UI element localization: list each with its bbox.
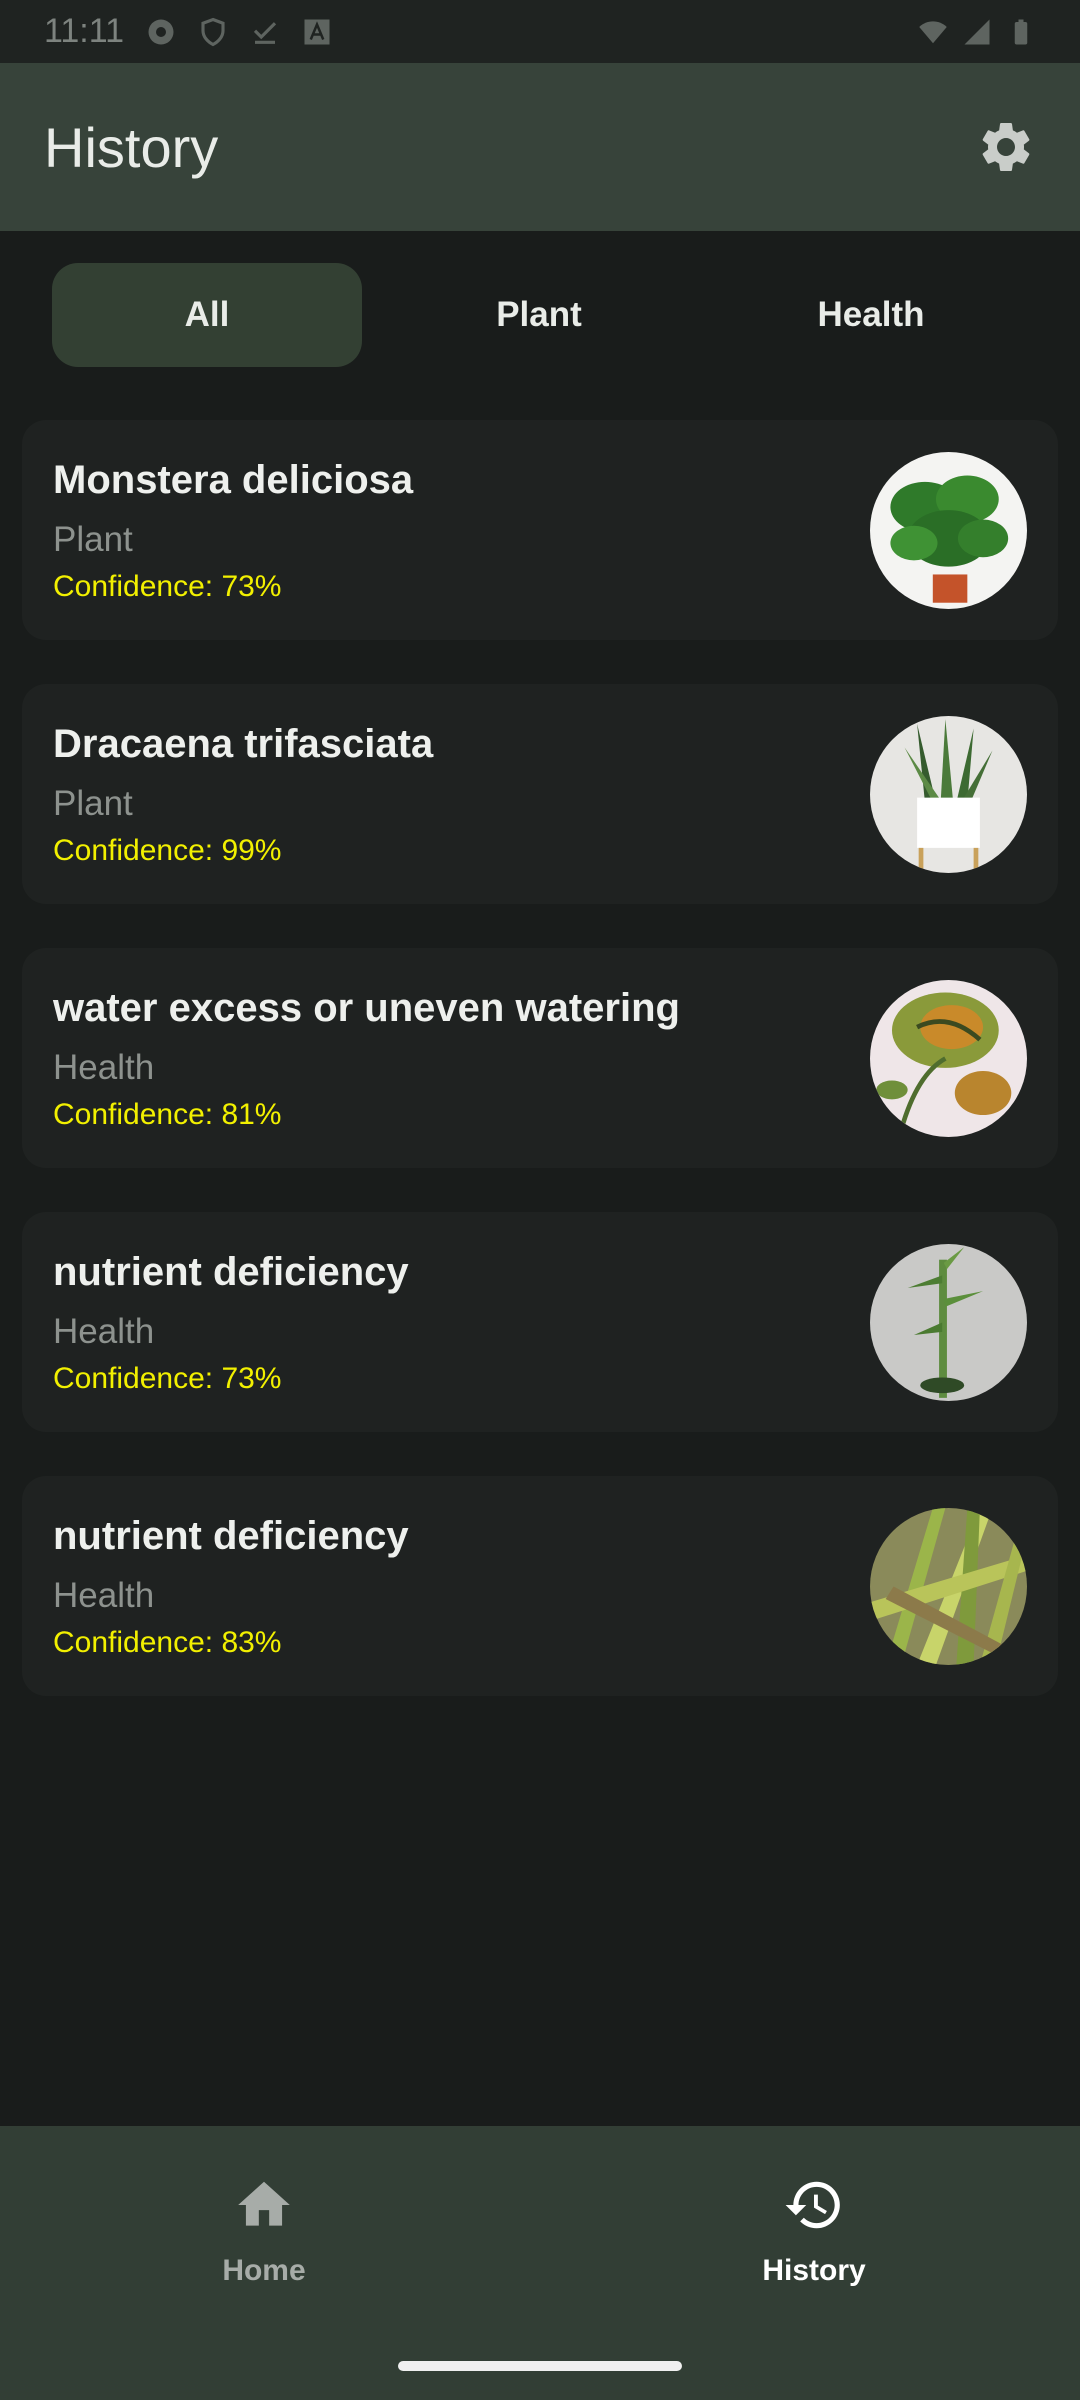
plant-thumbnail bbox=[870, 1244, 1027, 1401]
item-confidence: Confidence: 81% bbox=[53, 1098, 282, 1131]
page-title: History bbox=[44, 115, 219, 179]
bottom-nav: Home History bbox=[0, 2126, 1080, 2400]
plant-thumbnail bbox=[870, 980, 1027, 1137]
item-name: Dracaena trifasciata bbox=[53, 722, 434, 766]
gesture-bar[interactable] bbox=[398, 2361, 682, 2371]
item-category: Health bbox=[53, 1576, 155, 1615]
item-category: Health bbox=[53, 1312, 155, 1351]
shield-icon bbox=[201, 17, 225, 46]
nav-history-label: History bbox=[762, 2254, 866, 2287]
item-confidence: Confidence: 83% bbox=[53, 1626, 282, 1659]
item-name: nutrient deficiency bbox=[53, 1250, 409, 1294]
item-category: Health bbox=[53, 1048, 155, 1087]
gear-icon[interactable] bbox=[976, 117, 1036, 177]
item-name: water excess or uneven watering bbox=[53, 986, 680, 1030]
plant-thumbnail bbox=[870, 1508, 1027, 1665]
signal-icon bbox=[964, 19, 990, 44]
tab-health[interactable]: Health bbox=[716, 263, 1026, 367]
wifi-icon bbox=[919, 20, 947, 43]
chrome-icon bbox=[148, 19, 174, 44]
nav-home[interactable]: Home bbox=[114, 2168, 414, 2318]
plant-thumbnail bbox=[870, 716, 1027, 873]
history-icon bbox=[785, 2181, 840, 2229]
font-icon bbox=[304, 19, 330, 44]
item-confidence: Confidence: 99% bbox=[53, 834, 282, 867]
history-item[interactable]: water excess or uneven watering Health C… bbox=[22, 948, 1058, 1168]
nav-history[interactable]: History bbox=[664, 2168, 964, 2318]
download-done-icon bbox=[253, 21, 277, 44]
history-item[interactable]: nutrient deficiency Health Confidence: 7… bbox=[22, 1212, 1058, 1432]
home-icon bbox=[238, 2181, 290, 2226]
plant-thumbnail bbox=[870, 452, 1027, 609]
status-time: 11:11 bbox=[44, 12, 125, 50]
nav-home-label: Home bbox=[222, 2254, 306, 2287]
filter-tabs: All Plant Health bbox=[52, 263, 1028, 367]
history-list: Monstera deliciosa Plant Confidence: 73%… bbox=[22, 420, 1058, 1740]
app-bar: History bbox=[0, 63, 1080, 231]
item-confidence: Confidence: 73% bbox=[53, 1362, 282, 1395]
history-item[interactable]: Dracaena trifasciata Plant Confidence: 9… bbox=[22, 684, 1058, 904]
status-bar: 11:11 bbox=[0, 0, 1080, 63]
item-category: Plant bbox=[53, 784, 133, 823]
history-item[interactable]: Monstera deliciosa Plant Confidence: 73% bbox=[22, 420, 1058, 640]
tab-plant[interactable]: Plant bbox=[384, 263, 694, 367]
history-item[interactable]: nutrient deficiency Health Confidence: 8… bbox=[22, 1476, 1058, 1696]
item-name: nutrient deficiency bbox=[53, 1514, 409, 1558]
item-name: Monstera deliciosa bbox=[53, 458, 414, 502]
tab-all[interactable]: All bbox=[52, 263, 362, 367]
battery-icon bbox=[1014, 19, 1028, 44]
item-confidence: Confidence: 73% bbox=[53, 570, 282, 603]
item-category: Plant bbox=[53, 520, 133, 559]
